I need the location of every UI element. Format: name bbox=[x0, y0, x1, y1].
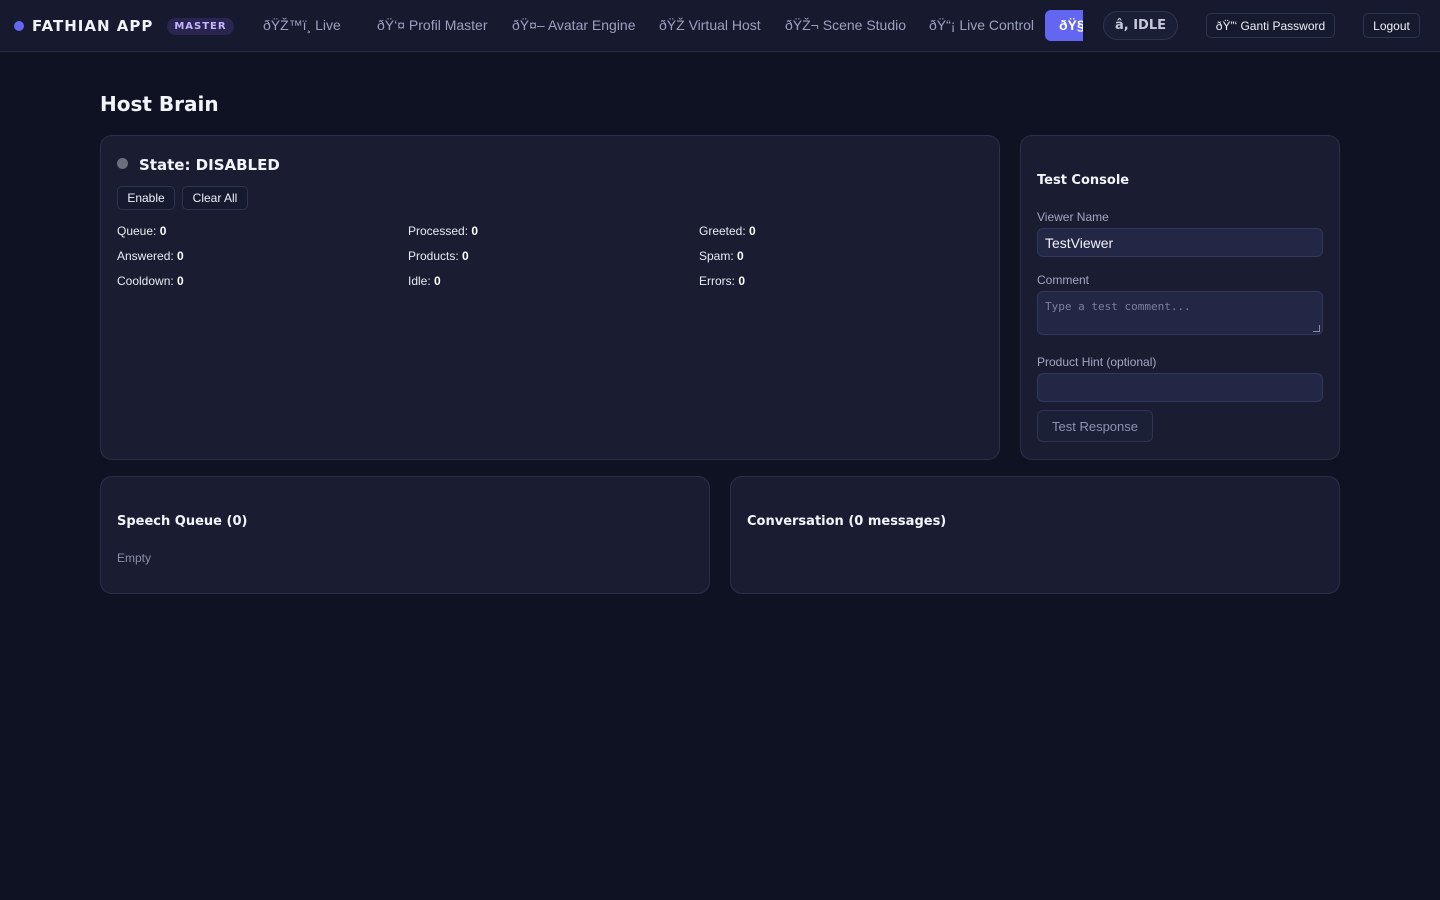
resize-grip-icon[interactable] bbox=[1313, 325, 1320, 332]
comment-placeholder: Type a test comment... bbox=[1045, 300, 1191, 313]
stat-errors: Errors: 0 bbox=[699, 274, 746, 288]
state-label: State: DISABLED bbox=[139, 156, 280, 174]
enable-button[interactable]: Enable bbox=[117, 186, 175, 210]
role-badge: MASTER bbox=[167, 17, 234, 35]
viewer-name-label: Viewer Name bbox=[1037, 210, 1109, 224]
page-title: Host Brain bbox=[100, 92, 219, 116]
logout-button[interactable]: Logout bbox=[1363, 13, 1420, 38]
test-console-card: Test Console Viewer Name TestViewer Comm… bbox=[1020, 135, 1340, 460]
test-console-title: Test Console bbox=[1037, 173, 1130, 188]
stat-answered: Answered: 0 bbox=[117, 249, 184, 263]
stat-greeted: Greeted: 0 bbox=[699, 224, 756, 238]
state-indicator-icon bbox=[117, 157, 128, 169]
state-row: State: DISABLED bbox=[117, 156, 280, 174]
comment-textarea[interactable]: Type a test comment... bbox=[1037, 291, 1323, 335]
speech-queue-card: Speech Queue (0) Empty bbox=[100, 476, 710, 594]
nav-host-brain-active[interactable]: ðŸ§ bbox=[1045, 10, 1083, 41]
conversation-title: Conversation (0 messages) bbox=[747, 514, 947, 529]
stat-queue: Queue: 0 bbox=[117, 224, 167, 238]
nav-live-control[interactable]: ðŸ“¡ Live Control bbox=[929, 17, 1034, 33]
status-badge: â­, IDLE bbox=[1103, 11, 1178, 40]
test-response-button[interactable]: Test Response bbox=[1037, 410, 1153, 442]
stat-products: Products: 0 bbox=[408, 249, 469, 263]
speech-queue-title: Speech Queue (0) bbox=[117, 514, 248, 529]
product-hint-input[interactable] bbox=[1037, 373, 1323, 402]
brand: FATHIAN APP MASTER bbox=[14, 0, 234, 52]
comment-label: Comment bbox=[1037, 273, 1090, 287]
stat-idle: Idle: 0 bbox=[408, 274, 441, 288]
nav-profil-master[interactable]: ðŸ‘¤ Profil Master bbox=[377, 17, 487, 33]
stat-spam: Spam: 0 bbox=[699, 249, 744, 263]
product-hint-label: Product Hint (optional) bbox=[1037, 355, 1157, 369]
brand-dot-icon bbox=[14, 21, 24, 31]
nav-avatar-engine[interactable]: ðŸ¤– Avatar Engine bbox=[512, 17, 636, 33]
stat-cooldown: Cooldown: 0 bbox=[117, 274, 184, 288]
speech-queue-empty: Empty bbox=[117, 551, 152, 565]
clear-all-button[interactable]: Clear All bbox=[182, 186, 248, 210]
stat-processed: Processed: 0 bbox=[408, 224, 479, 238]
brain-state-card: State: DISABLED Enable Clear All Queue: … bbox=[100, 135, 1000, 460]
nav-virtual-host[interactable]: ðŸŽ­ Virtual Host bbox=[659, 17, 761, 33]
nav-live[interactable]: ðŸŽ™ï¸ Live bbox=[263, 17, 341, 33]
brand-name: FATHIAN APP bbox=[32, 17, 154, 35]
change-password-button[interactable]: ðŸ”‘ Ganti Password bbox=[1206, 13, 1335, 38]
conversation-card: Conversation (0 messages) bbox=[730, 476, 1340, 594]
viewer-name-input[interactable]: TestViewer bbox=[1037, 228, 1323, 257]
top-navbar: FATHIAN APP MASTER ðŸŽ™ï¸ Live ðŸ‘¤ Prof… bbox=[0, 0, 1440, 52]
nav-scene-studio[interactable]: ðŸŽ¬ Scene Studio bbox=[785, 17, 906, 33]
